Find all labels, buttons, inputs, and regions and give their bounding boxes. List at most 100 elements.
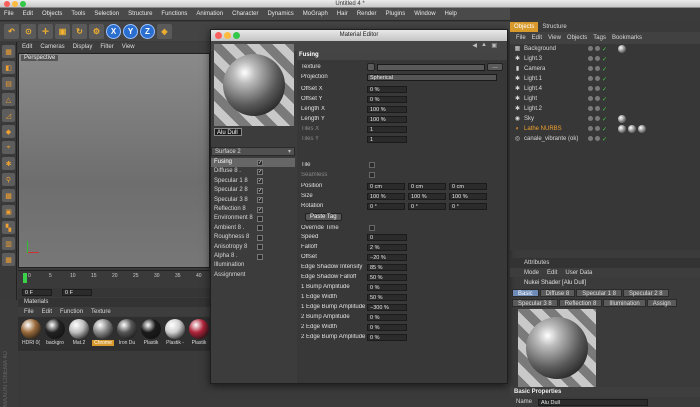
channel-checkbox[interactable] [257,253,263,260]
checker-icon[interactable]: ▚ [2,221,15,234]
visibility-dot[interactable] [588,76,593,81]
objects-menu-view[interactable]: View [548,35,561,41]
channel-item[interactable]: Ambient 8 . [211,224,295,233]
e2b-field[interactable]: 0 % [367,333,407,341]
coordinate-system-icon[interactable]: ◈ [157,24,172,39]
object-row[interactable]: ✱ Light.2 ✓ [510,104,700,114]
enabled-check-icon[interactable]: ✓ [602,46,607,53]
offset-field[interactable]: −20 % [367,253,407,261]
material-swatch[interactable]: HDRI 0( [20,319,42,349]
enabled-check-icon[interactable]: ✓ [602,126,607,133]
move-icon[interactable]: ✛ [38,24,53,39]
channel-item[interactable]: Fusing ✓ [211,158,295,168]
render-dot[interactable] [595,136,600,141]
back-arrow-icon[interactable]: ◀ [472,42,477,49]
channel-checkbox[interactable] [257,225,263,232]
menu-file[interactable]: File [4,11,14,17]
material-swatch[interactable]: Mat.2 [68,319,90,349]
e2w-field[interactable]: 0 % [367,323,407,331]
texture-menu-button[interactable] [367,63,375,71]
channel-item[interactable]: Assignment [211,271,295,280]
visibility-dot[interactable] [588,86,593,91]
undo-icon[interactable]: ↶ [4,24,19,39]
model-mode-icon[interactable]: ◧ [2,61,15,74]
enabled-check-icon[interactable]: ✓ [602,116,607,123]
menu-structure[interactable]: Structure [128,11,152,17]
channel-item[interactable]: Anisotropy 8 [211,243,295,252]
material-editor-zoom-button[interactable] [233,32,240,39]
menu-help[interactable]: Help [445,11,457,17]
lock-icon[interactable]: ▥ [2,237,15,250]
render-dot[interactable] [595,116,600,121]
rotation-x-field[interactable]: 0 ° [367,202,405,210]
attributes-menu-edit[interactable]: Edit [547,270,557,276]
materials-menu-edit[interactable]: Edit [42,309,52,315]
channel-item[interactable]: Environment 8 [211,214,295,223]
rotate-icon[interactable]: ↻ [72,24,87,39]
offset-x-field[interactable]: 0 % [367,85,407,93]
workplane-icon[interactable]: ▩ [2,189,15,202]
channel-item[interactable]: Specular 3 8 ✓ [211,196,295,205]
texture-slot[interactable] [377,63,485,71]
attr-tab[interactable]: Reflection 8 [558,298,603,307]
render-dot[interactable] [595,66,600,71]
attr-tab[interactable]: Assign [646,298,677,307]
object-row[interactable]: ▦ Background ✓ [510,44,700,54]
tab-objects[interactable]: Objects [510,22,539,32]
menu-objects[interactable]: Objects [42,11,62,17]
attr-tab[interactable]: Diffuse 8 [539,289,576,297]
visibility-dot[interactable] [588,96,593,101]
material-preview[interactable] [214,44,294,126]
object-row[interactable]: ◎ canale_vibrante (ok) ✓ [510,134,700,144]
snap-icon[interactable]: ⚲ [2,173,15,186]
scale-icon[interactable]: ▣ [55,24,70,39]
grid-icon[interactable]: ▦ [2,253,15,266]
tweak-mode-icon[interactable]: ✱ [2,157,15,170]
objects-menu-objects[interactable]: Objects [567,35,587,41]
object-row[interactable]: ◉ Sky ✓ [510,114,700,124]
override-time-checkbox[interactable] [369,225,375,231]
polygon-mode-icon[interactable]: ◆ [2,125,15,138]
object-row[interactable]: ✱ Light.1 ✓ [510,74,700,84]
material-tag-icon[interactable] [638,125,646,133]
e1w-field[interactable]: 50 % [367,293,407,301]
material-tag-icon[interactable] [618,115,626,123]
channel-checkbox[interactable] [257,234,263,241]
materials-menu-file[interactable]: File [24,309,34,315]
object-row[interactable]: ✱ Light.4 ✓ [510,84,700,94]
paste-tag-button[interactable]: Paste Tag [305,213,342,221]
viewport-menu-edit[interactable]: Edit [22,44,32,50]
viewport-menu-cameras[interactable]: Cameras [40,44,64,50]
object-row[interactable]: ◐ Lathe NURBS ✓ [510,124,700,134]
make-editable-icon[interactable]: ▦ [2,45,15,58]
channel-checkbox[interactable]: ✓ [257,187,263,194]
materials-menu-texture[interactable]: Texture [91,309,111,315]
falloff-field[interactable]: 2 % [367,243,407,251]
timeline[interactable]: 0 5 10 15 20 25 30 35 40 [18,270,210,288]
channel-item[interactable]: Roughness 8 [211,233,295,242]
channel-item[interactable]: Specular 2 8 ✓ [211,186,295,195]
esi-field[interactable]: 85 % [367,263,407,271]
menu-mograph[interactable]: MoGraph [303,11,328,17]
material-swatch[interactable]: Chrome [92,319,114,349]
channel-checkbox[interactable]: ✓ [257,159,263,166]
up-arrow-icon[interactable]: ▲ [481,42,487,48]
lock-icon[interactable]: ▣ [491,42,497,49]
position-z-field[interactable]: 0 cm [449,182,487,190]
visibility-dot[interactable] [588,116,593,121]
menu-character[interactable]: Character [232,11,258,17]
menu-selection[interactable]: Selection [94,11,119,17]
enabled-check-icon[interactable]: ✓ [602,56,607,63]
name-field[interactable]: Alu Dull [538,398,649,406]
b2a-field[interactable]: 0 % [367,313,407,321]
render-dot[interactable] [595,126,600,131]
rotation-z-field[interactable]: 0 ° [449,202,487,210]
menu-animation[interactable]: Animation [196,11,223,17]
objects-menu-tags[interactable]: Tags [593,35,606,41]
live-select-icon[interactable]: ⊙ [21,24,36,39]
attributes-menu-user-data[interactable]: User Data [565,270,592,276]
timeline-playhead[interactable] [23,273,27,283]
objects-menu-edit[interactable]: Edit [532,35,542,41]
material-tag-icon[interactable] [628,125,636,133]
axis-y-button[interactable]: Y [123,24,138,39]
